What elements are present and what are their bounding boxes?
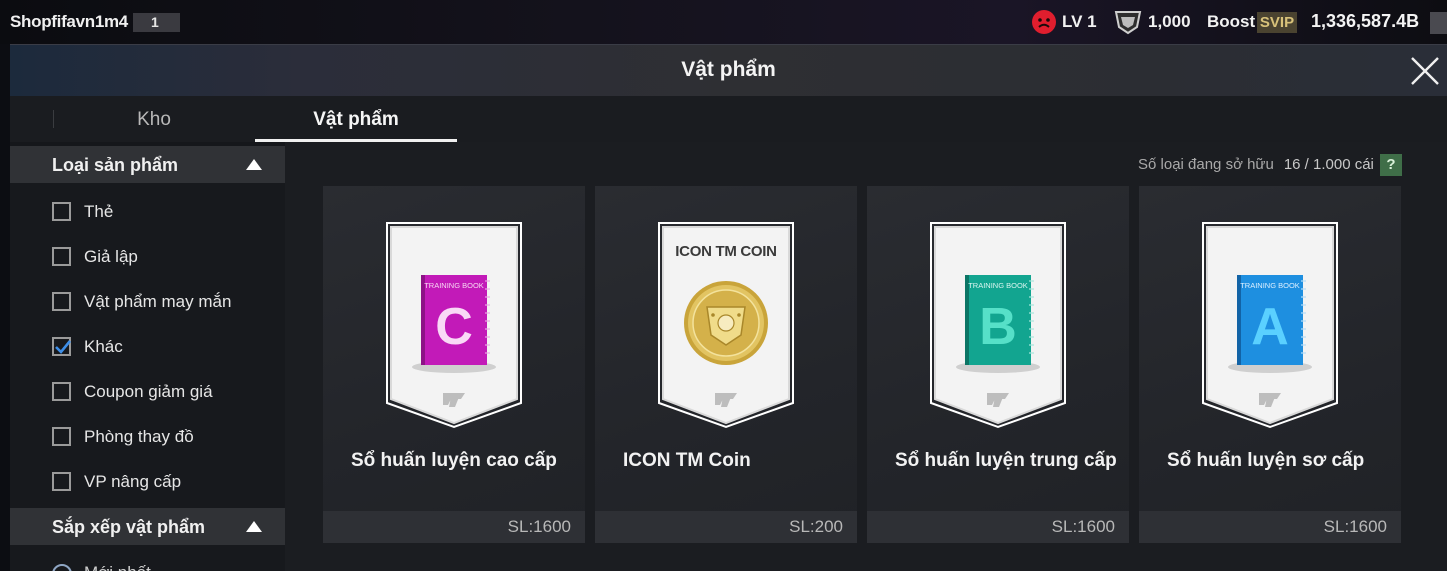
tab-kho[interactable]: Kho: [53, 96, 255, 142]
window-header: Vật phẩm: [10, 44, 1447, 96]
coin-label: ICON TM COIN: [675, 243, 777, 260]
filter-item-vat-pham-may-man[interactable]: Vật phẩm may mắn: [52, 289, 272, 313]
close-icon: [1411, 57, 1439, 85]
item-card[interactable]: TRAINING BOOK C Sổ huấn luyện cao cấp SL…: [323, 186, 585, 543]
book-label: TRAINING BOOK: [1240, 281, 1300, 290]
sort-option-label: Mới nhất: [84, 563, 151, 571]
boost-label: Boost: [1207, 12, 1256, 31]
user-badge: 1: [133, 13, 180, 32]
item-name: Sổ huấn luyện trung cấp: [895, 450, 1117, 471]
checkbox[interactable]: [52, 202, 71, 221]
item-card[interactable]: ICON TM COIN ICON TM Coin SL:200: [595, 186, 857, 543]
filter-label: Khác: [84, 337, 123, 356]
owned-label: Số loại đang sở hữu: [1138, 156, 1274, 173]
item-quantity: SL:200: [789, 517, 843, 536]
sort-section-header[interactable]: Sắp xếp vật phẩm: [10, 508, 285, 545]
tab-bar: Kho Vật phẩm: [10, 96, 1447, 142]
item-name: ICON TM Coin: [623, 450, 751, 471]
item-quantity: SL:1600: [1323, 517, 1387, 536]
book-letter: A: [1251, 298, 1289, 356]
checkbox[interactable]: [52, 292, 71, 311]
sort-radio-button[interactable]: [52, 564, 72, 571]
collapse-arrow-icon: [246, 159, 262, 170]
category-section-label: Loại sản phẩm: [52, 155, 179, 175]
username: Shopfifavn1m4: [10, 12, 128, 31]
checkbox[interactable]: [52, 472, 71, 491]
page-title: Vật phẩm: [681, 58, 776, 81]
filter-label: VP nâng cấp: [84, 472, 182, 491]
filter-item-phong-thay-do[interactable]: Phòng thay đồ: [52, 424, 272, 448]
balance-amount: 1,336,587.4B: [1311, 11, 1420, 31]
sad-face-icon: [1032, 10, 1056, 34]
item-name: Sổ huấn luyện cao cấp: [351, 450, 557, 471]
owned-count: 16 / 1.000 cái: [1283, 156, 1374, 173]
checkbox[interactable]: [52, 382, 71, 401]
add-balance-button[interactable]: [1430, 12, 1447, 34]
filter-label: Thẻ: [84, 202, 114, 221]
book-letter: C: [435, 298, 473, 356]
sort-section-label: Sắp xếp vật phẩm: [52, 517, 206, 537]
icon-tm-coin-icon: ICON TM COIN: [657, 211, 795, 429]
items-grid: Số loại đang sở hữu 16 / 1.000 cái ? TRA…: [285, 142, 1447, 571]
item-footer: SL:1600: [1139, 511, 1401, 543]
filter-item-khac[interactable]: Khác: [52, 334, 272, 358]
filter-item-the[interactable]: Thẻ: [52, 199, 272, 223]
help-icon[interactable]: ?: [1380, 154, 1402, 176]
level-label: LV 1: [1062, 12, 1097, 31]
item-name: Sổ huấn luyện sơ cấp: [1167, 450, 1365, 471]
training-book-b-icon: TRAINING BOOK B: [929, 211, 1067, 429]
item-footer: SL:1600: [867, 511, 1129, 543]
book-label: TRAINING BOOK: [968, 281, 1028, 290]
item-quantity: SL:1600: [507, 517, 571, 536]
checkbox-checked[interactable]: [52, 337, 72, 356]
owned-summary: Số loại đang sở hữu 16 / 1.000 cái: [1138, 156, 1374, 173]
filter-item-coupon[interactable]: Coupon giảm giá: [52, 379, 272, 403]
item-quantity: SL:1600: [1051, 517, 1115, 536]
close-button[interactable]: [1408, 54, 1442, 88]
training-book-a-icon: TRAINING BOOK A: [1201, 211, 1339, 429]
filter-label: Vật phẩm may mắn: [84, 292, 232, 311]
svip-badge: SVIP: [1257, 12, 1297, 33]
coin-count: 1,000: [1148, 12, 1191, 31]
checkbox[interactable]: [52, 247, 71, 266]
item-footer: SL:1600: [323, 511, 585, 543]
item-footer: SL:200: [595, 511, 857, 543]
training-book-c-icon: TRAINING BOOK C: [385, 211, 523, 429]
main-panel: Kho Vật phẩm Loại sản phẩm Thẻ Giả lập V…: [10, 96, 1447, 571]
category-section-header[interactable]: Loại sản phẩm: [10, 146, 285, 183]
item-card[interactable]: TRAINING BOOK B Sổ huấn luyện trung cấp …: [867, 186, 1129, 543]
filter-label: Coupon giảm giá: [84, 382, 213, 401]
item-card[interactable]: TRAINING BOOK A Sổ huấn luyện sơ cấp SL:…: [1139, 186, 1401, 543]
filter-sidebar: Loại sản phẩm Thẻ Giả lập Vật phẩm may m…: [10, 146, 285, 571]
filter-label: Phòng thay đồ: [84, 427, 194, 446]
top-status-bar: Shopfifavn1m4 1 LV 1 1,000 Boost SVIP 1,…: [0, 0, 1447, 44]
book-letter: B: [979, 298, 1017, 356]
filter-item-vp-nang-cap[interactable]: VP nâng cấp: [52, 469, 272, 493]
book-label: TRAINING BOOK: [424, 281, 484, 290]
filter-item-gia-lap[interactable]: Giả lập: [52, 244, 272, 268]
tab-vat-pham[interactable]: Vật phẩm: [255, 96, 457, 142]
checkmark-icon: [55, 340, 72, 354]
filter-label: Giả lập: [84, 247, 138, 266]
shield-coin-icon: [1114, 9, 1142, 35]
collapse-arrow-icon: [246, 521, 262, 532]
checkbox[interactable]: [52, 427, 71, 446]
